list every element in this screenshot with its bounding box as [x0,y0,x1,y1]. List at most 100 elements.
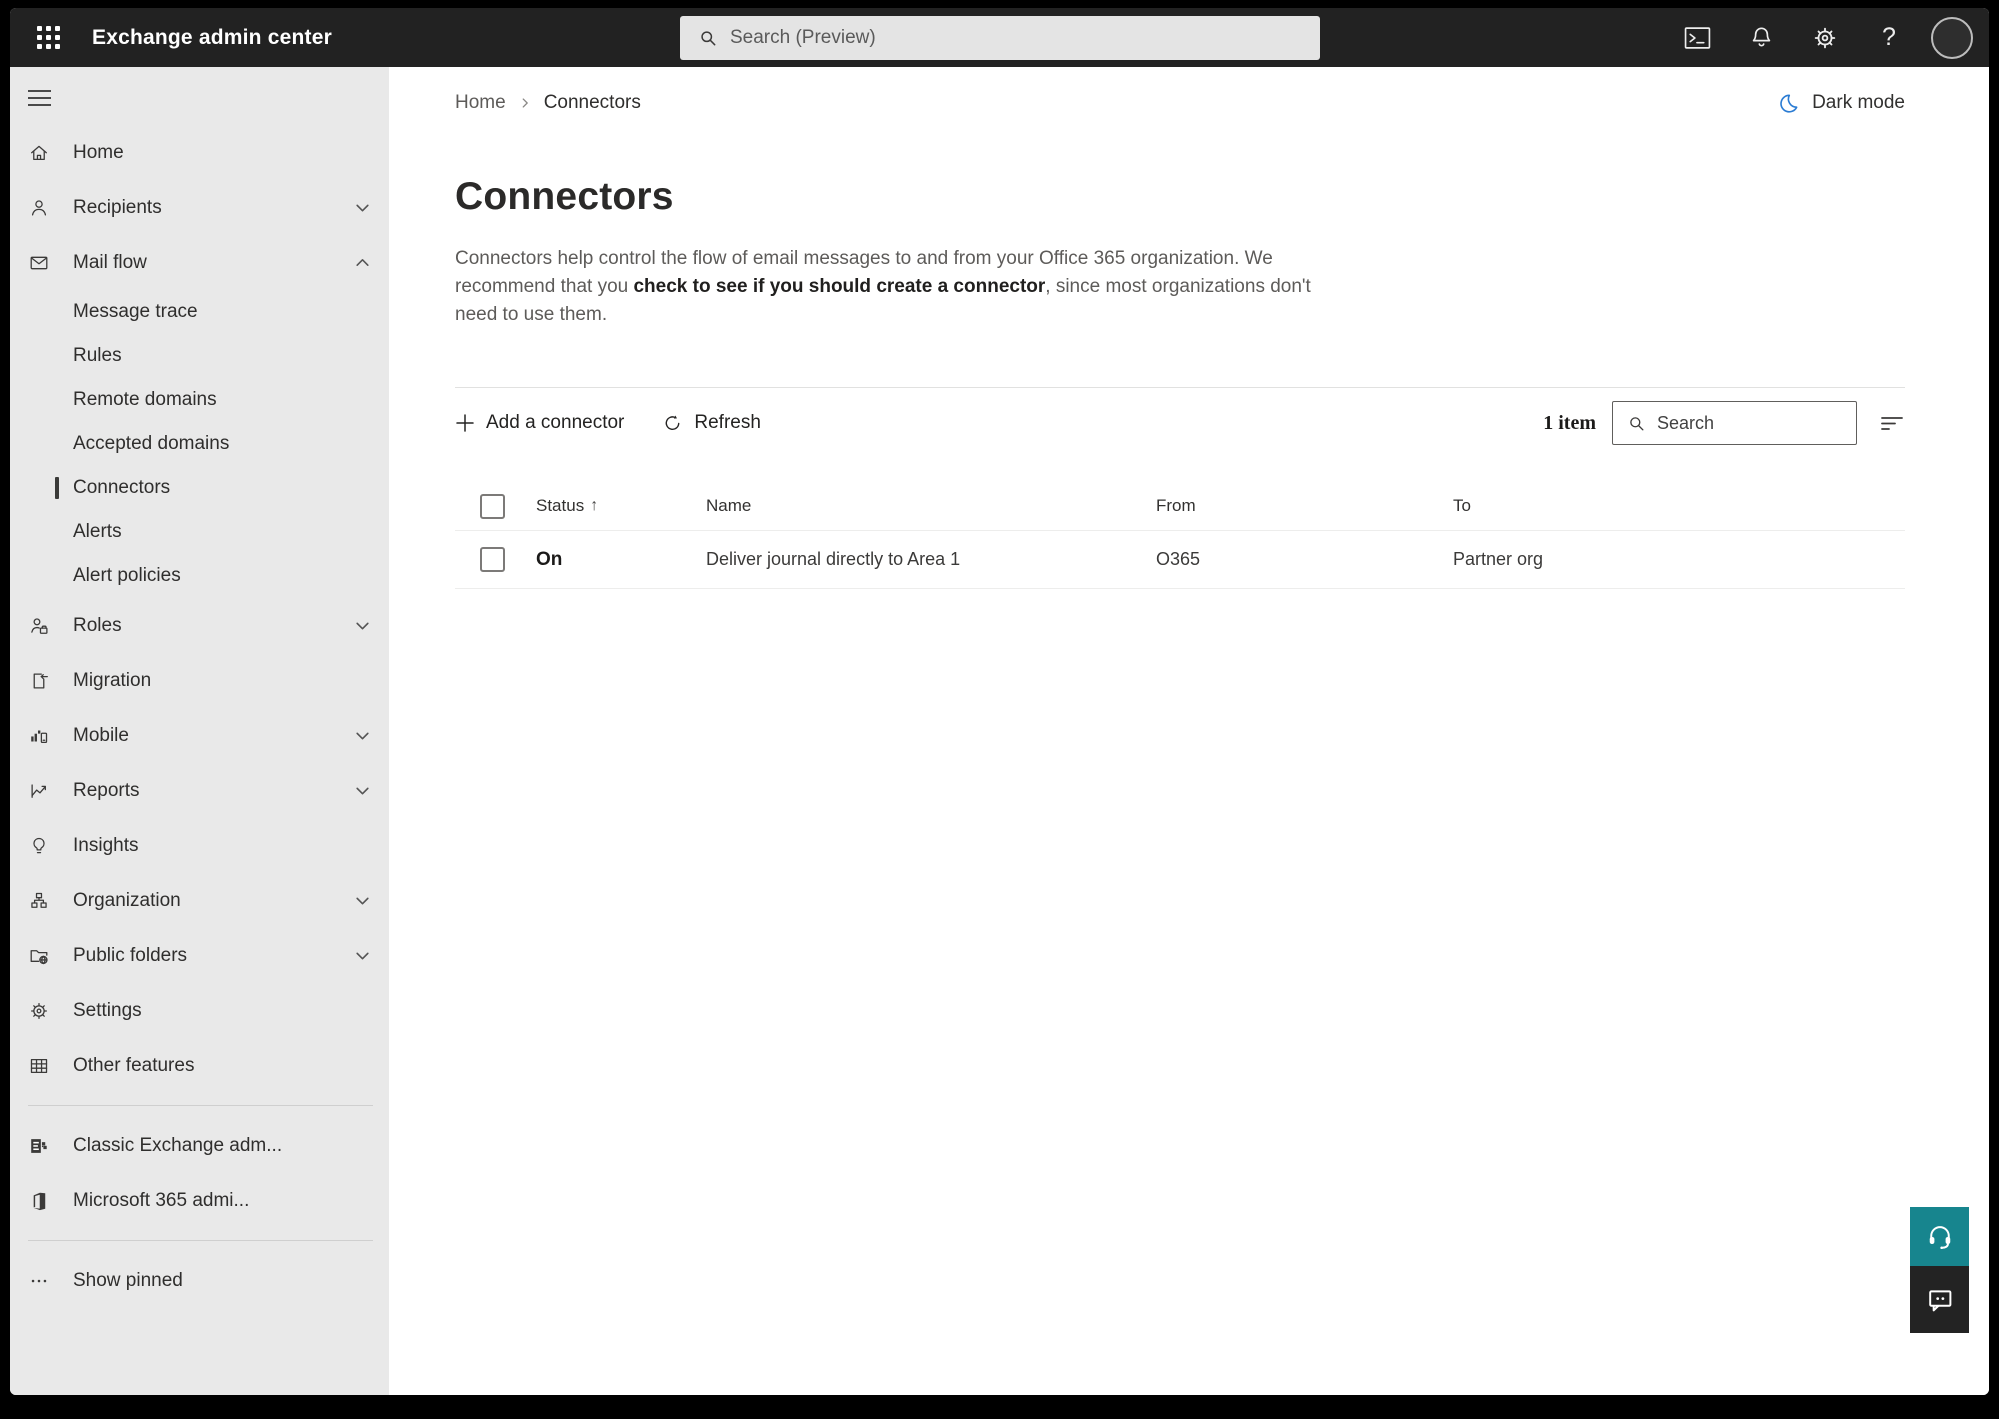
column-header-to[interactable]: To [1453,496,1471,516]
plus-icon [456,414,474,432]
headset-icon [1929,1225,1950,1249]
app-launcher-icon[interactable] [28,18,68,58]
floating-buttons [1910,1207,1969,1333]
settings-gear-icon[interactable] [1803,16,1847,60]
sidebar: Home Recipients Mail flow Message trace … [10,67,389,1395]
chevron-down-icon [354,947,371,964]
sidebar-item-rules[interactable]: Rules [10,334,389,378]
lightbulb-icon [28,835,50,857]
sidebar-collapse-icon[interactable] [28,83,68,113]
topbar-actions: ? [1675,16,1973,60]
sidebar-item-accepted-domains[interactable]: Accepted domains [10,422,389,466]
connector-from: O365 [1156,549,1201,569]
org-chart-icon [28,890,50,912]
chevron-down-icon [354,727,371,744]
table-row[interactable]: On Deliver journal directly to Area 1 O3… [455,531,1905,588]
list-search[interactable] [1612,401,1857,445]
sidebar-item-other-features[interactable]: Other features [10,1038,389,1093]
breadcrumb-chevron-icon [522,98,528,108]
sidebar-item-migration[interactable]: Migration [10,653,389,708]
chevron-down-icon [354,782,371,799]
ellipsis-icon [28,1270,50,1292]
sidebar-item-mobile[interactable]: Mobile [10,708,389,763]
search-icon [701,31,716,46]
column-header-status[interactable]: Status [536,496,584,516]
sidebar-item-recipients[interactable]: Recipients [10,180,389,235]
list-toolbar: Add a connector Refresh 1 item [455,388,1905,458]
feedback-button[interactable] [1910,1266,1969,1333]
sidebar-item-insights[interactable]: Insights [10,818,389,873]
feedback-chat-icon [1928,1289,1951,1311]
add-connector-button[interactable]: Add a connector [455,412,624,434]
select-all-checkbox[interactable] [480,493,505,519]
sidebar-item-settings[interactable]: Settings [10,983,389,1038]
chart-phone-icon [28,725,50,747]
sidebar-item-roles[interactable]: Roles [10,598,389,653]
notifications-bell-icon[interactable] [1739,16,1783,60]
moon-icon [1780,94,1798,113]
connectors-table: Status ↑ Name From To On Deliver journal… [455,482,1905,589]
home-icon [28,142,50,164]
sidebar-item-microsoft-365[interactable]: Microsoft 365 admi... [10,1173,389,1228]
search-icon [1630,416,1644,431]
row-checkbox[interactable] [480,547,505,572]
classic-exchange-logo-icon [28,1135,50,1157]
microsoft-365-logo-icon [28,1190,50,1212]
connector-name: Deliver journal directly to Area 1 [706,549,961,569]
refresh-icon [666,414,680,430]
table-header: Status ↑ Name From To [455,482,1905,530]
document-arrow-icon [28,670,50,692]
global-search-input[interactable] [730,27,1306,49]
person-icon [28,197,50,219]
chevron-up-icon [354,254,371,271]
list-search-input[interactable] [1657,412,1846,434]
sidebar-item-alert-policies[interactable]: Alert policies [10,554,389,598]
sidebar-item-message-trace[interactable]: Message trace [10,290,389,334]
connector-status: On [536,548,563,570]
app-window: Exchange admin center Search (Preview) ?… [10,8,1989,1395]
sidebar-nav: Home Recipients Mail flow Message trace … [10,125,389,1308]
item-count: 1 item [1543,411,1596,434]
support-button[interactable] [1910,1207,1969,1266]
sidebar-item-classic-exchange[interactable]: Classic Exchange adm... [10,1118,389,1173]
sidebar-item-remote-domains[interactable]: Remote domains [10,378,389,422]
sidebar-item-connectors[interactable]: Connectors [10,466,389,510]
cloud-shell-icon[interactable] [1675,16,1719,60]
topbar: Exchange admin center Search (Preview) ? [10,8,1989,67]
chevron-down-icon [354,617,371,634]
gear-icon [28,1000,50,1022]
table-grid-icon [28,1055,50,1077]
refresh-button[interactable]: Refresh [662,412,761,434]
breadcrumb-current: Connectors [543,92,641,113]
page-description: Connectors help control the flow of emai… [455,248,1311,325]
main-content: Home Connectors Dark mode Connectors Con… [389,67,1989,1395]
table-divider [455,588,1905,589]
sidebar-item-show-pinned[interactable]: Show pinned [10,1253,389,1308]
person-briefcase-icon [28,615,50,637]
page-title: Connectors [455,175,674,218]
column-header-name[interactable]: Name [706,496,751,516]
sidebar-item-organization[interactable]: Organization [10,873,389,928]
sidebar-item-alerts[interactable]: Alerts [10,510,389,554]
breadcrumb: Home Connectors [455,92,641,114]
sidebar-item-public-folders[interactable]: Public folders [10,928,389,983]
account-avatar[interactable] [1931,16,1973,59]
sidebar-item-home[interactable]: Home [10,125,389,180]
column-header-from[interactable]: From [1156,496,1196,516]
breadcrumb-home[interactable]: Home [455,92,506,114]
dark-mode-toggle[interactable]: Dark mode [1777,92,1905,115]
sidebar-divider [28,1240,373,1241]
sort-ascending-icon: ↑ [590,497,599,514]
sidebar-item-mail-flow[interactable]: Mail flow [10,235,389,290]
chevron-down-icon [354,892,371,909]
global-search[interactable] [680,16,1320,60]
chevron-down-icon [354,199,371,216]
active-item-indicator [55,477,59,499]
sidebar-item-reports[interactable]: Reports [10,763,389,818]
envelope-icon [28,252,50,274]
folder-globe-icon [28,945,50,967]
help-icon[interactable]: ? [1867,16,1911,60]
filter-sort-icon[interactable] [1879,412,1905,434]
create-connector-hint: check to see if you should create a conn… [633,276,1046,297]
connector-to: Partner org [1453,549,1544,569]
